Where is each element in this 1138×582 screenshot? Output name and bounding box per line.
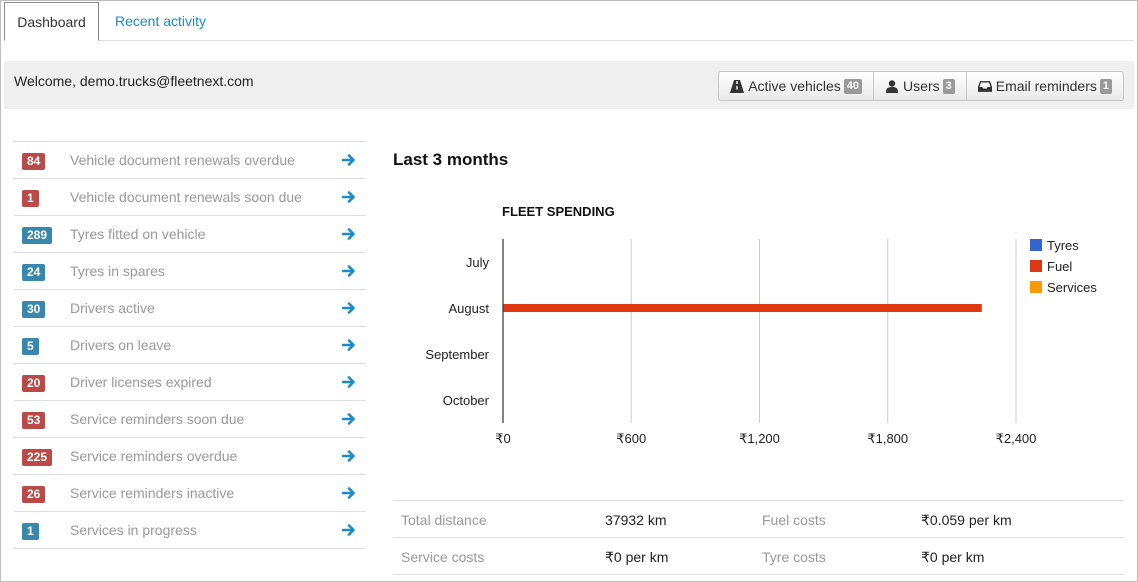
chart-title: FLEET SPENDING (502, 204, 615, 219)
tyre-costs-value: ₹0 per km (921, 549, 985, 565)
tab-recent-activity[interactable]: Recent activity (103, 2, 218, 40)
list-item-label: Vehicle document renewals overdue (70, 152, 295, 168)
arrow-right-icon[interactable] (341, 375, 356, 389)
list-item[interactable]: 225 Service reminders overdue (14, 438, 366, 475)
bar-fuel (503, 304, 982, 312)
count-badge: 1 (22, 190, 39, 207)
list-item-label: Service reminders overdue (70, 448, 238, 464)
list-item-label: Service reminders inactive (70, 485, 235, 501)
email-reminders-button[interactable]: Email reminders 1 (967, 72, 1123, 100)
list-item[interactable]: 26 Service reminders inactive (14, 475, 366, 512)
service-costs-label: Service costs (401, 549, 485, 565)
arrow-right-icon[interactable] (341, 190, 356, 204)
x-tick-label: ₹1,200 (739, 431, 780, 446)
arrow-right-icon[interactable] (341, 301, 356, 315)
arrow-right-icon[interactable] (341, 153, 356, 167)
list-item[interactable]: 5 Drivers on leave (14, 327, 366, 364)
legend-swatch (1030, 281, 1042, 293)
count-badge: 24 (22, 264, 46, 281)
count-badge: 84 (22, 153, 46, 170)
list-item-label: Driver licenses expired (70, 374, 212, 390)
count-badge: 26 (22, 486, 46, 503)
total-distance-label: Total distance (401, 512, 487, 528)
legend-label: Fuel (1047, 259, 1072, 274)
welcome-text: Welcome, demo.trucks@fleetnext.com (14, 73, 254, 89)
count-badge: 53 (22, 412, 46, 429)
count-badge: 1 (22, 523, 39, 540)
list-item-label: Services in progress (70, 522, 197, 538)
users-button[interactable]: Users 3 (874, 72, 967, 100)
legend-label: Tyres (1047, 238, 1079, 253)
list-item[interactable]: 20 Driver licenses expired (14, 364, 366, 401)
tab-dashboard[interactable]: Dashboard (4, 2, 99, 41)
list-item[interactable]: 30 Drivers active (14, 290, 366, 327)
arrow-right-icon[interactable] (341, 338, 356, 352)
y-tick-label: September (425, 347, 489, 362)
list-item-label: Drivers active (70, 300, 155, 316)
email-reminders-label: Email reminders (995, 78, 1097, 94)
list-item[interactable]: 1 Vehicle document renewals soon due (14, 179, 366, 216)
legend-swatch (1030, 260, 1042, 272)
list-item-label: Tyres in spares (70, 263, 165, 279)
active-vehicles-button[interactable]: Active vehicles 40 (719, 72, 875, 100)
tab-bar: Dashboard Recent activity (4, 2, 1134, 41)
users-count: 3 (942, 78, 955, 94)
list-item-label: Tyres fitted on vehicle (70, 226, 206, 242)
list-item[interactable]: 1 Services in progress (14, 512, 366, 549)
count-badge: 225 (22, 449, 53, 466)
y-tick-label: October (443, 393, 490, 408)
list-item-label: Service reminders soon due (70, 411, 245, 427)
arrow-right-icon[interactable] (341, 227, 356, 241)
service-costs-value: ₹0 per km (605, 549, 669, 565)
user-icon (885, 79, 899, 93)
count-badge: 20 (22, 375, 46, 392)
arrow-right-icon[interactable] (341, 264, 356, 278)
list-item[interactable]: 24 Tyres in spares (14, 253, 366, 290)
count-badge: 289 (22, 227, 53, 244)
summary-button-group: Active vehicles 40 Users 3 Email reminde… (718, 71, 1124, 101)
x-tick-label: ₹600 (616, 431, 646, 446)
alerts-list: 84 Vehicle document renewals overdue 1 Vehi… (14, 141, 366, 549)
list-item-label: Drivers on leave (70, 337, 172, 353)
active-vehicles-count: 40 (843, 78, 863, 94)
users-label: Users (903, 78, 940, 94)
x-tick-label: ₹0 (495, 431, 511, 446)
y-tick-label: July (466, 255, 490, 270)
arrow-right-icon[interactable] (341, 449, 356, 463)
email-reminders-count: 1 (1099, 78, 1112, 94)
road-icon (730, 79, 745, 93)
section-title: Last 3 months (393, 150, 509, 169)
stats-row: Total distance 37932 km Fuel costs ₹0.05… (393, 501, 1124, 538)
list-item[interactable]: 84 Vehicle document renewals overdue (14, 142, 366, 179)
arrow-right-icon[interactable] (341, 486, 356, 500)
fuel-costs-label: Fuel costs (762, 512, 826, 528)
count-badge: 30 (22, 301, 46, 318)
x-tick-label: ₹1,800 (867, 431, 908, 446)
active-vehicles-label: Active vehicles (748, 78, 841, 94)
list-item-label: Vehicle document renewals soon due (70, 189, 302, 205)
stats-row: Service costs ₹0 per km Tyre costs ₹0 pe… (393, 538, 1124, 575)
count-badge: 5 (22, 338, 39, 355)
x-tick-label: ₹2,400 (996, 431, 1037, 446)
total-distance-value: 37932 km (605, 512, 667, 528)
list-item[interactable]: 289 Tyres fitted on vehicle (14, 216, 366, 253)
welcome-bar: Welcome, demo.trucks@fleetnext.com Activ… (4, 61, 1134, 109)
inbox-icon (977, 79, 992, 93)
arrow-right-icon[interactable] (341, 523, 356, 537)
stats-table: Total distance 37932 km Fuel costs ₹0.05… (393, 500, 1124, 575)
fuel-costs-value: ₹0.059 per km (921, 512, 1012, 528)
fleet-spending-chart: FLEET SPENDING ₹0 ₹600 ₹1,200 ₹1,800 ₹2,400 Ju… (425, 204, 1097, 446)
arrow-right-icon[interactable] (341, 412, 356, 426)
list-item[interactable]: 53 Service reminders soon due (14, 401, 366, 438)
legend-label: Services (1047, 280, 1097, 295)
y-tick-label: August (449, 301, 490, 316)
tyre-costs-label: Tyre costs (762, 549, 826, 565)
legend-swatch (1030, 239, 1042, 251)
